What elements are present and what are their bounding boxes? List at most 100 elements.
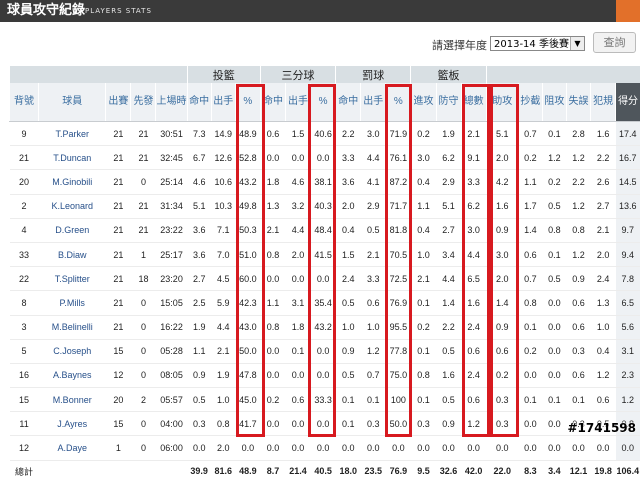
col-header-num[interactable]: 背號	[10, 83, 39, 122]
stat-cell: 1.6	[461, 291, 486, 315]
player-name-link[interactable]: P.Mills	[39, 291, 106, 315]
player-name-link[interactable]: A.Daye	[39, 436, 106, 460]
group-header-reb: 籃板	[411, 66, 486, 83]
stat-cell: 06:00	[156, 436, 187, 460]
stat-cell: 0.0	[260, 436, 285, 460]
col-header-player[interactable]: 球員	[39, 83, 106, 122]
stat-cell: 0.3	[566, 339, 590, 363]
stat-cell: 0.1	[286, 339, 311, 363]
stat-cell: 0.8	[542, 218, 566, 242]
stat-cell: 0.6	[361, 291, 386, 315]
season-select[interactable]: 2013-14 季後賽 ▼	[490, 36, 585, 51]
col-header-pf[interactable]: 犯規	[591, 83, 616, 122]
stat-cell: 13.6	[616, 194, 640, 218]
col-header-dreb[interactable]: 防守	[436, 83, 461, 122]
col-header-blk[interactable]: 阻攻	[542, 83, 566, 122]
player-name-link[interactable]: D.Green	[39, 218, 106, 242]
col-header-ftp[interactable]: %	[386, 83, 411, 122]
stat-cell: 20	[106, 388, 131, 412]
col-header-min[interactable]: 上場時間	[156, 83, 187, 122]
group-header-blank	[10, 66, 188, 83]
stat-cell: 4.5	[211, 267, 235, 291]
watermark: #1741598	[567, 421, 636, 435]
stat-cell: 5.1	[486, 122, 518, 146]
stat-cell: 5.9	[211, 291, 235, 315]
stat-cell: 0.0	[311, 146, 336, 170]
stat-cell: 5.1	[436, 194, 461, 218]
stat-cell: 0.5	[436, 339, 461, 363]
stat-cell: 3.6	[336, 170, 361, 194]
stat-cell: 2.2	[566, 170, 590, 194]
col-header-stl[interactable]: 抄截	[518, 83, 542, 122]
stat-cell: 2.1	[461, 122, 486, 146]
stat-cell: 12	[106, 363, 131, 387]
stat-cell: 2.4	[461, 315, 486, 339]
totals-cell: 9.5	[411, 460, 436, 482]
totals-cell: 12.1	[566, 460, 590, 482]
stat-cell: 81.8	[386, 218, 411, 242]
stat-cell: 1.2	[361, 339, 386, 363]
player-name-link[interactable]: M.Ginobili	[39, 170, 106, 194]
stat-cell: 0	[131, 436, 156, 460]
player-name-link[interactable]: T.Parker	[39, 122, 106, 146]
stat-cell: 30:51	[156, 122, 187, 146]
stat-cell: 0.6	[566, 315, 590, 339]
player-name-link[interactable]: J.Ayres	[39, 412, 106, 436]
col-header-fgm[interactable]: 命中	[187, 83, 211, 122]
stat-cell: 4	[10, 218, 39, 242]
player-name-link[interactable]: M.Bonner	[39, 388, 106, 412]
player-name-link[interactable]: B.Diaw	[39, 242, 106, 266]
table-row: 2K.Leonard212131:345.110.349.81.33.240.3…	[10, 194, 640, 218]
stat-cell: 2.4	[336, 267, 361, 291]
stat-cell: 1.5	[336, 242, 361, 266]
stat-cell: 0.1	[411, 291, 436, 315]
player-name-link[interactable]: T.Duncan	[39, 146, 106, 170]
col-header-fga[interactable]: 出手	[211, 83, 235, 122]
stat-cell: 0.8	[260, 315, 285, 339]
stat-cell: 0.4	[411, 170, 436, 194]
col-header-tov[interactable]: 失誤	[566, 83, 590, 122]
stat-cell: 43.2	[235, 170, 260, 194]
stat-cell: 1.2	[542, 146, 566, 170]
stat-cell: 0.1	[336, 412, 361, 436]
stat-cell: 2.0	[211, 436, 235, 460]
stat-cell: 40.3	[311, 194, 336, 218]
stat-cell: 0.1	[518, 315, 542, 339]
player-name-link[interactable]: M.Belinelli	[39, 315, 106, 339]
stat-cell: 15	[106, 339, 131, 363]
stat-cell: 04:00	[156, 412, 187, 436]
stat-cell: 21	[106, 291, 131, 315]
search-button[interactable]: 查詢	[593, 32, 636, 53]
col-header-treb[interactable]: 總數	[461, 83, 486, 122]
stat-cell: 0.2	[486, 363, 518, 387]
player-name-link[interactable]: C.Joseph	[39, 339, 106, 363]
totals-cell: 23.5	[361, 460, 386, 482]
player-name-link[interactable]: T.Splitter	[39, 267, 106, 291]
stat-cell: 0.6	[486, 339, 518, 363]
table-row: 3M.Belinelli21016:221.94.443.00.81.843.2…	[10, 315, 640, 339]
col-header-fgp[interactable]: %	[235, 83, 260, 122]
stat-cell: 0.0	[361, 436, 386, 460]
player-name-link[interactable]: A.Baynes	[39, 363, 106, 387]
col-header-fta[interactable]: 出手	[361, 83, 386, 122]
col-header-gp[interactable]: 出賽	[106, 83, 131, 122]
col-header-tpm[interactable]: 命中	[260, 83, 285, 122]
stat-cell: 0.9	[566, 267, 590, 291]
table-row: 15M.Bonner20205:570.51.045.00.20.633.30.…	[10, 388, 640, 412]
stat-cell: 23:22	[156, 218, 187, 242]
stat-cell: 60.0	[235, 267, 260, 291]
col-header-oreb[interactable]: 進攻	[411, 83, 436, 122]
col-header-pts[interactable]: 得分	[616, 83, 640, 122]
stat-cell: 1.4	[436, 291, 461, 315]
col-header-tpa[interactable]: 出手	[286, 83, 311, 122]
col-header-ftm[interactable]: 命中	[336, 83, 361, 122]
col-header-ast[interactable]: 助攻	[486, 83, 518, 122]
totals-cell: 21.4	[286, 460, 311, 482]
col-header-gs[interactable]: 先發	[131, 83, 156, 122]
col-header-tpp[interactable]: %	[311, 83, 336, 122]
stat-cell: 7.1	[211, 218, 235, 242]
page-title: 球員攻守紀錄	[7, 3, 85, 19]
player-name-link[interactable]: K.Leonard	[39, 194, 106, 218]
stat-cell: 0.2	[518, 146, 542, 170]
stat-cell: 0.8	[518, 291, 542, 315]
